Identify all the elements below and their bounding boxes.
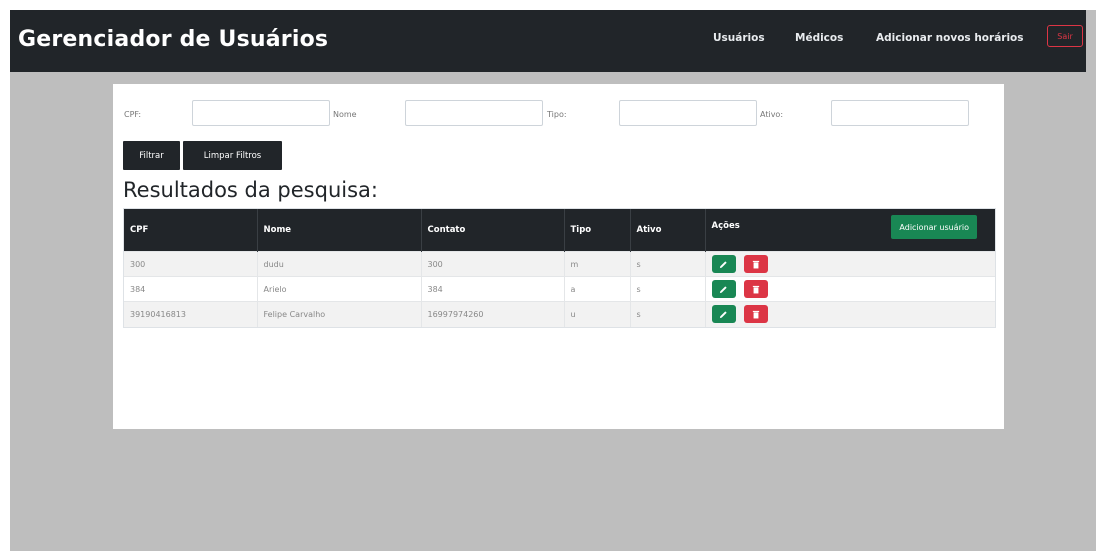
column-header-ativo: Ativo xyxy=(630,209,706,252)
cell-ativo: s xyxy=(630,301,706,327)
cell-cpf: 300 xyxy=(124,251,258,277)
table-header-row: CPF Nome Contato Tipo Ativo Ações Adicio… xyxy=(124,209,995,252)
cell-actions xyxy=(705,276,995,302)
column-header-tipo: Tipo xyxy=(564,209,631,252)
cell-tipo: a xyxy=(564,276,631,302)
column-header-cpf: CPF xyxy=(124,209,258,252)
delete-button[interactable] xyxy=(744,305,769,324)
cell-tipo: u xyxy=(564,301,631,327)
cell-nome: Arielo xyxy=(257,276,422,302)
delete-button[interactable] xyxy=(744,280,769,298)
edit-button[interactable] xyxy=(711,255,736,273)
table-row: 39190416813 Felipe Carvalho 16997974260 … xyxy=(124,301,995,327)
column-header-nome: Nome xyxy=(257,209,422,252)
cell-nome: Felipe Carvalho xyxy=(257,301,422,327)
brand-title: Gerenciador de Usuários xyxy=(18,27,329,52)
cell-ativo: s xyxy=(630,276,706,302)
main-panel: CPF: Nome Tipo: Ativo: Filtrar Limpar Fi… xyxy=(113,84,1004,429)
logout-button[interactable]: Sair xyxy=(1047,25,1083,47)
tipo-input[interactable] xyxy=(619,100,757,126)
cell-ativo: s xyxy=(630,251,706,277)
ativo-input[interactable] xyxy=(831,100,969,126)
trash-icon xyxy=(752,310,760,319)
nome-label: Nome xyxy=(333,110,357,119)
delete-button[interactable] xyxy=(744,255,769,273)
navbar: Gerenciador de Usuários Usuários Médicos… xyxy=(10,10,1086,72)
edit-button[interactable] xyxy=(711,280,736,298)
add-user-button[interactable]: Adicionar usuário xyxy=(891,215,977,239)
nav-link-usuarios[interactable]: Usuários xyxy=(713,32,765,44)
pencil-icon xyxy=(719,311,727,318)
cpf-input[interactable] xyxy=(192,100,330,126)
cell-contato: 300 xyxy=(421,251,565,277)
table-row: 300 dudu 300 m s xyxy=(124,251,995,277)
cell-cpf: 384 xyxy=(124,276,258,302)
cell-nome: dudu xyxy=(257,251,422,277)
users-table: CPF Nome Contato Tipo Ativo Ações Adicio… xyxy=(123,208,996,328)
trash-icon xyxy=(752,260,760,268)
cell-contato: 16997974260 xyxy=(421,301,565,327)
cell-actions xyxy=(705,301,995,327)
cell-actions xyxy=(705,251,995,277)
ativo-label: Ativo: xyxy=(760,110,784,119)
nav-link-adicionar-horarios[interactable]: Adicionar novos horários xyxy=(876,32,1024,44)
filter-button[interactable]: Filtrar xyxy=(123,141,180,170)
app-container: Gerenciador de Usuários Usuários Médicos… xyxy=(10,10,1096,551)
cell-tipo: m xyxy=(564,251,631,277)
results-title: Resultados da pesquisa: xyxy=(123,178,378,202)
cpf-label: CPF: xyxy=(124,110,142,119)
pencil-icon xyxy=(719,285,727,293)
cell-cpf: 39190416813 xyxy=(124,301,258,327)
nome-input[interactable] xyxy=(405,100,543,126)
table-row: 384 Arielo 384 a s xyxy=(124,276,995,302)
clear-filters-button[interactable]: Limpar Filtros xyxy=(183,141,282,170)
edit-button[interactable] xyxy=(711,305,736,324)
nav-link-medicos[interactable]: Médicos xyxy=(795,32,843,44)
acoes-label: Ações xyxy=(711,221,740,231)
pencil-icon xyxy=(719,260,727,268)
column-header-acoes: Ações Adicionar usuário xyxy=(705,209,995,252)
cell-contato: 384 xyxy=(421,276,565,302)
trash-icon xyxy=(752,285,760,293)
column-header-contato: Contato xyxy=(421,209,565,252)
tipo-label: Tipo: xyxy=(547,110,567,119)
